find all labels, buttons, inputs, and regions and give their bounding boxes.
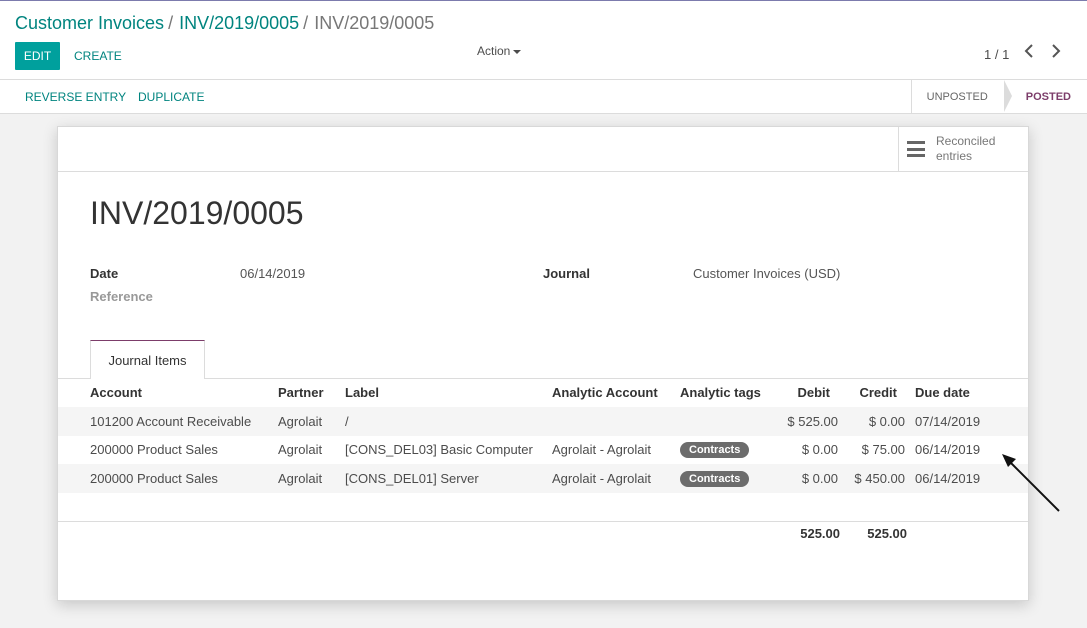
tab-journal-items[interactable]: Journal Items (90, 340, 205, 379)
annotation-arrow-icon (1002, 454, 1060, 512)
